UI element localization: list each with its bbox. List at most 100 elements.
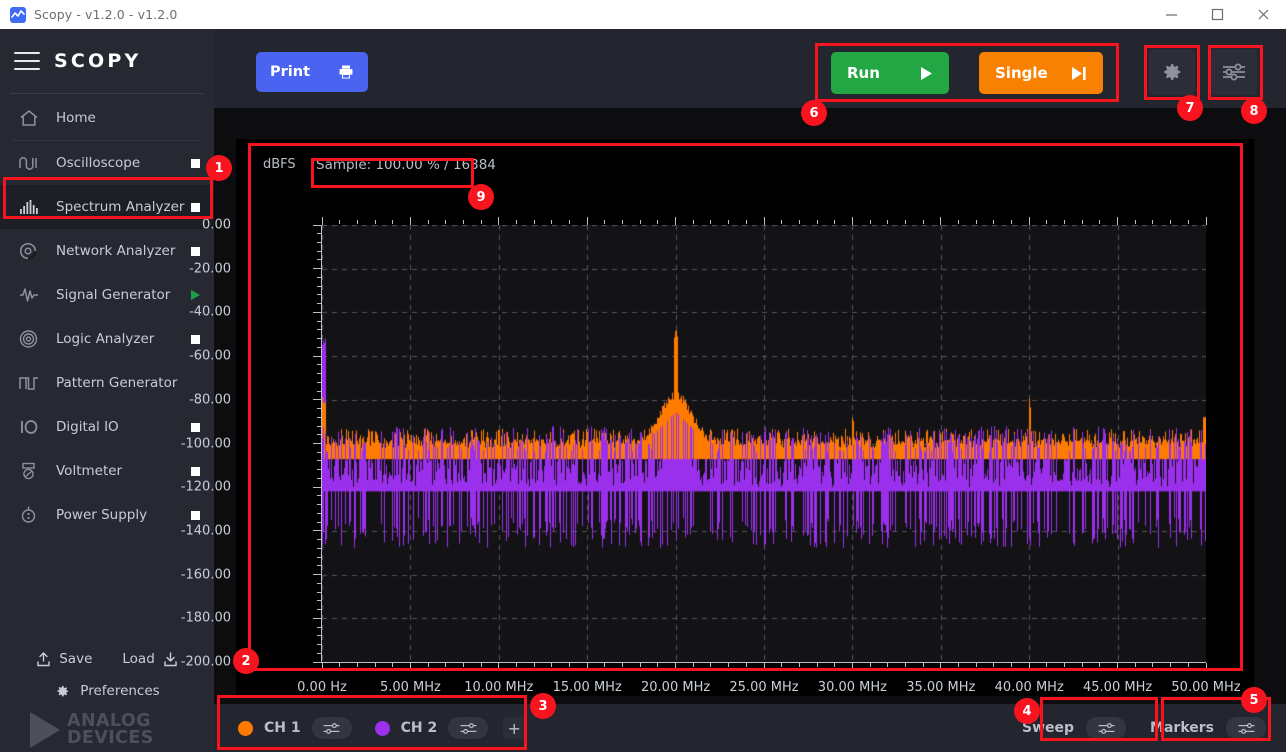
status-stopped-icon[interactable] xyxy=(191,510,200,520)
maximize-button[interactable] xyxy=(1194,0,1240,29)
annotation-badge-6: 6 xyxy=(801,100,827,126)
sidebar-item-label: Voltmeter xyxy=(56,463,123,479)
status-running-icon[interactable] xyxy=(191,290,200,300)
digital-io-icon xyxy=(18,416,44,438)
sidebar-item-label: Digital IO xyxy=(56,419,119,435)
y-tick-label: -40.00 xyxy=(189,304,231,320)
home-icon xyxy=(18,107,44,129)
x-tick-label: 35.00 MHz xyxy=(906,680,976,695)
logic-analyzer-icon xyxy=(18,328,44,350)
annotation-badge-9: 9 xyxy=(468,184,494,210)
channel-label: CH 1 xyxy=(264,720,301,736)
x-tick-label: 25.00 MHz xyxy=(729,680,799,695)
channel-settings-button[interactable] xyxy=(448,717,489,739)
download-icon xyxy=(164,651,177,666)
x-tick-label: 5.00 MHz xyxy=(379,680,441,695)
preferences-menu-item[interactable]: Preferences xyxy=(0,676,214,706)
sweep-settings-button[interactable] xyxy=(1086,717,1127,739)
oscilloscope-icon xyxy=(18,152,44,174)
add-channel-button[interactable]: + xyxy=(503,717,526,739)
x-tick-label: 40.00 MHz xyxy=(994,680,1064,695)
channel-settings-button[interactable] xyxy=(311,717,352,739)
sidebar-item-oscilloscope[interactable]: Oscilloscope xyxy=(0,141,214,185)
sidebar-menu: Home Oscilloscope Spectrum Analyzer Network… xyxy=(0,94,214,537)
sidebar-header: SCOPY xyxy=(0,29,214,93)
y-tick-label: -60.00 xyxy=(189,348,231,364)
markers-label: Markers xyxy=(1150,720,1214,736)
channel-1[interactable]: CH 1 xyxy=(222,717,359,739)
play-icon xyxy=(921,66,932,80)
run-button[interactable]: Run xyxy=(831,52,949,94)
gear-icon xyxy=(57,685,69,696)
channel-2[interactable]: CH 2 xyxy=(359,717,496,739)
sidebar-item-spectrum-analyzer[interactable]: Spectrum Analyzer xyxy=(0,185,214,229)
network-analyzer-icon xyxy=(18,240,44,262)
sidebar-item-label: Network Analyzer xyxy=(56,243,176,259)
annotation-badge-1: 1 xyxy=(206,155,232,181)
status-stopped-icon[interactable] xyxy=(191,202,200,212)
x-tick-label: 20.00 MHz xyxy=(641,680,711,695)
status-stopped-icon[interactable] xyxy=(191,422,200,432)
save-button[interactable]: Save xyxy=(35,651,92,668)
spectrum-plot[interactable]: dBFS Sample: 100.00 % / 16384 0.00 -20.00… xyxy=(181,139,1254,696)
x-tick-label: 50.00 MHz xyxy=(1171,680,1241,695)
app-icon xyxy=(10,6,26,23)
markers-settings-button[interactable] xyxy=(1226,717,1266,739)
status-stopped-icon[interactable] xyxy=(191,466,200,476)
upload-icon xyxy=(37,651,50,666)
sidebar-item-label: Power Supply xyxy=(56,507,148,523)
sidebar-item-network-analyzer[interactable]: Network Analyzer xyxy=(0,229,214,273)
x-tick-label: 45.00 MHz xyxy=(1083,680,1153,695)
sidebar-item-logic-analyzer[interactable]: Logic Analyzer xyxy=(0,317,214,361)
channel-label: CH 2 xyxy=(400,720,438,736)
sidebar-item-label: Signal Generator xyxy=(56,287,171,303)
status-stopped-icon[interactable] xyxy=(191,158,200,168)
sidebar-item-label: Pattern Generator xyxy=(56,375,178,391)
close-button[interactable] xyxy=(1240,0,1286,29)
sidebar-item-pattern-generator[interactable]: Pattern Generator xyxy=(0,361,214,405)
vendor-line2: DEVICES xyxy=(67,728,154,748)
y-tick-label: -80.00 xyxy=(189,392,231,408)
load-button[interactable]: Load xyxy=(122,651,178,668)
channel-color-dot xyxy=(374,720,390,736)
plot-axes: 0.00 -20.00 -40.00 -60.00 -80.00 -100.00 -120.… xyxy=(181,139,1254,696)
voltmeter-icon xyxy=(18,460,44,482)
annotation-badge-5: 5 xyxy=(1241,687,1267,713)
status-stopped-icon[interactable] xyxy=(191,334,200,344)
y-tick-label: -160.00 xyxy=(180,567,231,583)
window-title: Scopy - v1.2.0 - v1.2.0 xyxy=(34,7,178,22)
sidebar-item-signal-generator[interactable]: Signal Generator xyxy=(0,273,214,317)
plot-tools-group: Sweep Markers xyxy=(1012,711,1276,745)
print-label: Print xyxy=(270,64,311,80)
hamburger-icon[interactable] xyxy=(14,52,40,70)
title-bar: Scopy - v1.2.0 - v1.2.0 xyxy=(0,0,1286,29)
gear-icon xyxy=(1164,64,1181,80)
bottom-bar: CH 1 CH 2 + Sweep Markers xyxy=(214,704,1286,752)
sidebar-item-home[interactable]: Home xyxy=(0,96,214,140)
x-tick-label: 10.00 MHz xyxy=(464,680,534,695)
preferences-button[interactable] xyxy=(1211,49,1257,95)
markers-button[interactable]: Markers xyxy=(1140,711,1276,745)
annotation-badge-2: 2 xyxy=(233,648,259,674)
annotation-badge-4: 4 xyxy=(1014,698,1040,724)
minimize-button[interactable] xyxy=(1148,0,1194,29)
save-label: Save xyxy=(59,651,93,667)
settings-button[interactable] xyxy=(1149,49,1195,95)
y-tick-label: -200.00 xyxy=(180,654,231,670)
sidebar: SCOPY Home Oscilloscope Spectrum Analyzer N… xyxy=(0,29,214,752)
printer-icon xyxy=(339,65,353,79)
analog-devices-triangle xyxy=(30,712,60,748)
y-tick-label: -100.00 xyxy=(180,436,231,451)
channel-group: CH 1 CH 2 + xyxy=(222,711,526,745)
sidebar-item-label: Oscilloscope xyxy=(56,155,141,171)
channel-color-dot xyxy=(238,720,253,736)
load-label: Load xyxy=(122,651,155,667)
single-button[interactable]: Single xyxy=(979,52,1103,94)
y-tick-label: -140.00 xyxy=(180,523,231,539)
print-button[interactable]: Print xyxy=(256,52,368,92)
scopy-window: Scopy - v1.2.0 - v1.2.0 SCOPY Home Oscill… xyxy=(0,0,1286,752)
run-label: Run xyxy=(847,64,880,82)
status-stopped-icon[interactable] xyxy=(191,246,200,256)
annotation-badge-3: 3 xyxy=(530,693,556,719)
x-tick-label: 0.00 Hz xyxy=(297,680,347,695)
